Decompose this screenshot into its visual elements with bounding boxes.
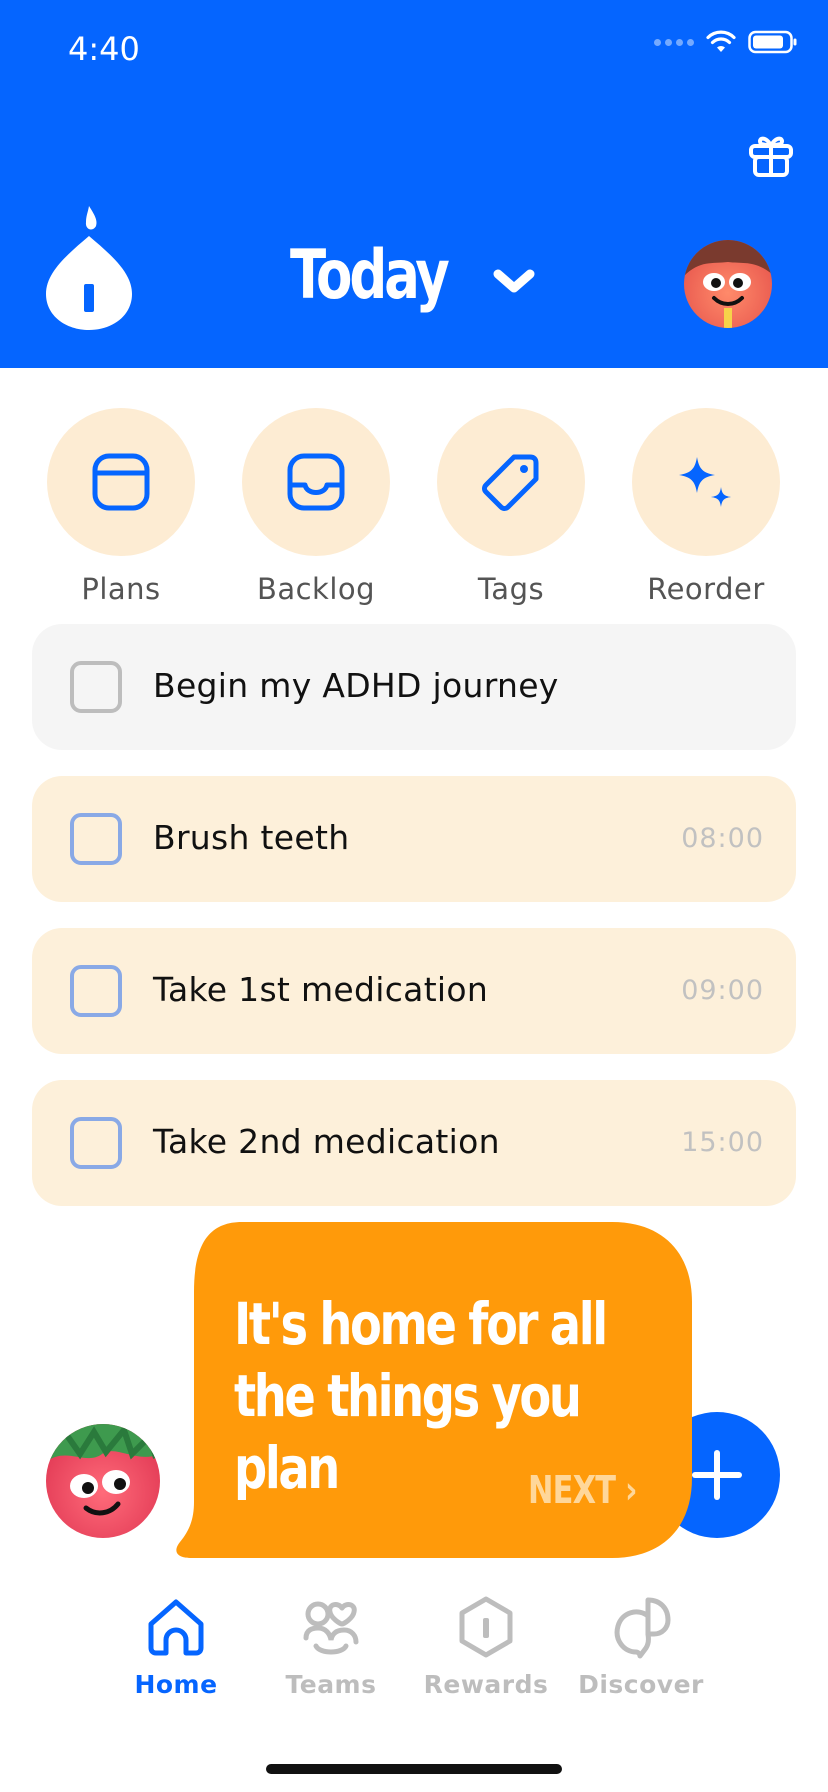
tooltip-line: plan [234, 1434, 340, 1502]
plus-icon [692, 1450, 742, 1500]
task-item[interactable]: Begin my ADHD journey [32, 624, 796, 750]
plans-button[interactable] [47, 408, 195, 556]
task-title: Take 2nd medication [153, 1122, 500, 1161]
tab-home[interactable]: Home [101, 1594, 251, 1699]
task-checkbox[interactable] [70, 1117, 122, 1169]
tab-label: Teams [285, 1670, 377, 1699]
task-checkbox[interactable] [70, 813, 122, 865]
tooltip-line: the things you [234, 1362, 582, 1430]
task-time: 08:00 [681, 823, 764, 854]
signal-dots-icon [654, 38, 694, 46]
tab-label: Discover [578, 1670, 704, 1699]
quick-action-backlog[interactable]: Backlog [242, 408, 390, 606]
task-title: Brush teeth [153, 818, 350, 857]
battery-icon [748, 30, 797, 54]
task-checkbox[interactable] [70, 965, 122, 1017]
task-title: Take 1st medication [153, 970, 489, 1009]
wifi-icon [706, 30, 736, 52]
profile-avatar[interactable] [684, 240, 772, 328]
quick-action-plans[interactable]: Plans [47, 408, 195, 606]
backlog-button[interactable] [242, 408, 390, 556]
page-title: Today [290, 236, 450, 315]
rewards-icon [459, 1596, 513, 1658]
task-item[interactable]: Take 2nd medication 15:00 [32, 1080, 796, 1206]
quick-action-reorder[interactable]: Reorder [632, 408, 780, 606]
status-time: 4:40 [68, 30, 140, 68]
task-checkbox[interactable] [70, 661, 122, 713]
tab-teams[interactable]: Teams [256, 1594, 406, 1699]
quick-action-label: Reorder [647, 572, 765, 606]
tooltip-next-button[interactable]: NEXT › [528, 1468, 637, 1512]
calendar-icon [92, 453, 150, 511]
tooltip-line: It's home for all [234, 1290, 608, 1358]
chevron-down-icon [493, 269, 535, 292]
app-logo-icon[interactable] [42, 206, 136, 330]
gift-icon[interactable] [746, 130, 796, 180]
tooltip-message: It's home for all the things you plan [234, 1288, 608, 1504]
quick-action-tags[interactable]: Tags [437, 408, 585, 606]
task-item[interactable]: Take 1st medication 09:00 [32, 928, 796, 1054]
tag-icon [482, 454, 539, 511]
sparkle-icon [679, 457, 731, 507]
tab-label: Home [134, 1670, 218, 1699]
tab-label: Rewards [423, 1670, 549, 1699]
tab-rewards[interactable]: Rewards [411, 1594, 561, 1699]
inbox-icon [287, 453, 345, 511]
task-title: Begin my ADHD journey [153, 666, 559, 705]
date-selector[interactable]: Today [290, 236, 536, 315]
home-indicator[interactable] [266, 1764, 562, 1774]
mascot-avatar [46, 1424, 160, 1538]
status-icons [654, 30, 798, 54]
header-bar: 4:40 Today [0, 0, 828, 368]
quick-action-label: Plans [81, 572, 161, 606]
quick-action-label: Tags [477, 572, 545, 606]
teams-icon [303, 1601, 359, 1655]
quick-action-label: Backlog [256, 572, 376, 606]
discover-icon [614, 1597, 671, 1659]
task-time: 09:00 [681, 975, 764, 1006]
task-item[interactable]: Brush teeth 08:00 [32, 776, 796, 902]
tags-button[interactable] [437, 408, 585, 556]
tab-discover[interactable]: Discover [566, 1594, 716, 1699]
task-time: 15:00 [681, 1127, 764, 1158]
reorder-button[interactable] [632, 408, 780, 556]
home-icon [148, 1599, 204, 1656]
